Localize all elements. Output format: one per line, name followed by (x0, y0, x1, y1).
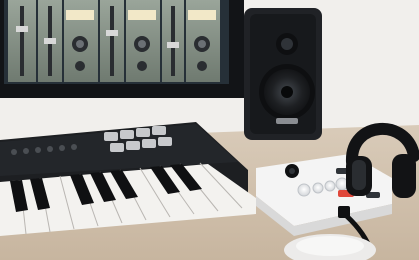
studio-photo (0, 0, 419, 260)
monitor-icon (0, 0, 244, 98)
speaker-icon (244, 8, 322, 140)
